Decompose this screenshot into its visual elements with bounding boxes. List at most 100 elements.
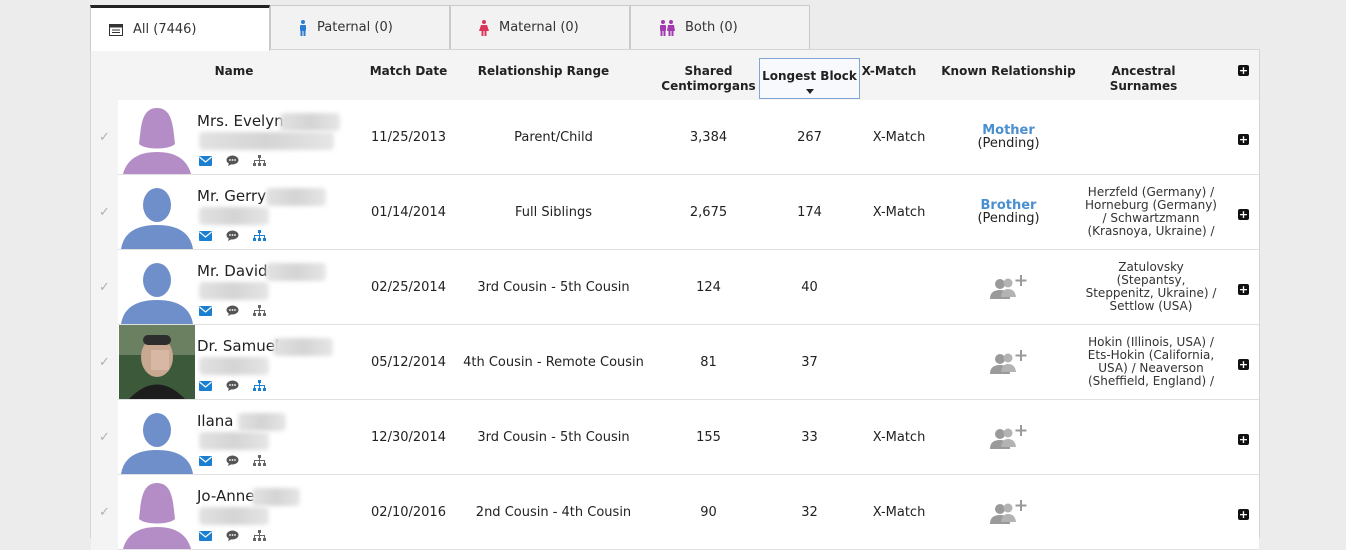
check-icon[interactable]: ✓ [91, 175, 118, 250]
email-icon[interactable] [199, 530, 212, 541]
tab-paternal[interactable]: Paternal (0) [270, 5, 450, 49]
add-relationship-icon[interactable] [941, 250, 1076, 324]
email-icon[interactable] [199, 230, 212, 241]
relationship-range: 4th Cousin - Remote Cousin [463, 354, 644, 370]
longest-block: 33 [801, 429, 818, 445]
tab-both-label: Both (0) [685, 20, 738, 35]
avatar[interactable] [119, 325, 195, 399]
col-name[interactable]: Name [119, 50, 349, 100]
avatar[interactable] [119, 100, 195, 174]
redacted-subname [199, 357, 269, 375]
col-x-match[interactable]: X-Match [859, 50, 919, 100]
couple-icon [659, 19, 675, 36]
check-icon[interactable]: ✓ [91, 100, 118, 175]
sort-desc-icon [805, 89, 814, 94]
email-icon[interactable] [199, 380, 212, 391]
match-name[interactable]: Mr. David [197, 262, 268, 280]
check-icon[interactable]: ✓ [91, 475, 118, 550]
redacted-surname [238, 413, 286, 431]
expand-row-icon[interactable]: + [1238, 284, 1249, 295]
match-name[interactable]: Ilana [197, 412, 233, 430]
x-match: X-Match [872, 129, 926, 145]
match-name[interactable]: Mr. Gerry [197, 187, 266, 205]
add-relationship-icon[interactable] [941, 400, 1076, 474]
x-match: X-Match [872, 429, 926, 445]
family-tree-icon[interactable] [253, 305, 266, 316]
family-tree-icon[interactable] [253, 530, 266, 541]
expand-row-icon[interactable]: + [1238, 434, 1249, 445]
match-date: 05/12/2014 [371, 354, 446, 370]
family-tree-icon[interactable] [253, 230, 266, 241]
expand-row-icon[interactable]: + [1238, 134, 1249, 145]
expand-row-icon[interactable]: + [1238, 509, 1249, 520]
col-match-date[interactable]: Match Date [361, 50, 456, 100]
ancestral-surnames: Herzfeld (Germany) / Horneburg (Germany)… [1085, 185, 1217, 238]
match-name[interactable]: Dr. Samuel [197, 337, 279, 355]
list-icon [109, 23, 123, 36]
expand-row-icon[interactable]: + [1238, 359, 1249, 370]
avatar[interactable] [119, 400, 195, 474]
match-name[interactable]: Mrs. Evelyn [197, 112, 284, 130]
tab-all[interactable]: All (7446) [90, 5, 270, 51]
chat-icon[interactable] [226, 230, 239, 241]
tab-maternal[interactable]: Maternal (0) [450, 5, 630, 49]
col-relationship-range[interactable]: Relationship Range [456, 50, 631, 100]
check-icon[interactable]: ✓ [91, 325, 118, 400]
col-shared-cm[interactable]: Shared Centimorgans [656, 50, 761, 100]
email-icon[interactable] [199, 305, 212, 316]
email-icon[interactable] [199, 155, 212, 166]
family-tree-icon[interactable] [253, 380, 266, 391]
relationship-range: Parent/Child [514, 129, 593, 145]
shared-cm: 3,384 [689, 129, 728, 145]
ancestral-surnames [1081, 100, 1221, 174]
match-date: 12/30/2014 [371, 429, 446, 445]
redacted-surname [266, 263, 326, 281]
female-icon [479, 19, 489, 36]
family-tree-icon[interactable] [253, 155, 266, 166]
match-name[interactable]: Jo-Anne [197, 487, 254, 505]
check-icon[interactable]: ✓ [91, 400, 118, 475]
known-relationship-status: (Pending) [977, 211, 1040, 226]
redacted-subname [199, 432, 269, 450]
avatar[interactable] [119, 175, 195, 249]
x-match: X-Match [872, 204, 926, 220]
col-longest-block[interactable]: Longest Block [759, 58, 860, 99]
add-relationship-icon[interactable] [941, 325, 1076, 399]
expand-row-icon[interactable]: + [1238, 209, 1249, 220]
match-date: 01/14/2014 [371, 204, 446, 220]
redacted-surname [273, 338, 333, 356]
expand-all-icon[interactable]: + [1238, 65, 1249, 76]
shared-cm: 81 [700, 354, 717, 370]
x-match [859, 250, 939, 324]
relationship-range: 3rd Cousin - 5th Cousin [477, 429, 630, 445]
longest-block: 174 [797, 204, 822, 220]
known-relationship-status: (Pending) [977, 136, 1040, 151]
x-match [859, 325, 939, 399]
match-row: ✓ Mrs. Evelyn 11/25/2013 Parent/Child 3,384 2… [91, 100, 1259, 175]
filter-tabs: All (7446) Paternal (0) Maternal (0) Bot… [90, 5, 810, 51]
shared-cm: 124 [696, 279, 721, 295]
avatar[interactable] [119, 250, 195, 324]
match-row: ✓ Jo-Anne 02/10/2016 2nd Cousin - 4th Cousi… [91, 475, 1259, 550]
check-icon[interactable]: ✓ [91, 250, 118, 325]
relationship-range: 3rd Cousin - 5th Cousin [477, 279, 630, 295]
col-known-relationship[interactable]: Known Relationship [941, 50, 1076, 100]
male-icon [299, 19, 307, 36]
known-relationship[interactable]: Brother (Pending) [941, 175, 1076, 249]
chat-icon[interactable] [226, 530, 239, 541]
chat-icon[interactable] [226, 380, 239, 391]
ancestral-surnames: Zatulovsky (Stepantsy, Steppenitz, Ukrai… [1085, 260, 1217, 313]
tab-both[interactable]: Both (0) [630, 5, 810, 49]
redacted-subname [199, 282, 269, 300]
col-ancestral-surnames[interactable]: Ancestral Surnames [1076, 50, 1211, 100]
longest-block: 267 [797, 129, 822, 145]
ancestral-surnames [1081, 400, 1221, 474]
match-row: ✓ Dr. Samuel 05/12/2014 4th Cousin - Remote… [91, 325, 1259, 400]
known-relationship[interactable]: Mother (Pending) [941, 100, 1076, 174]
longest-block: 37 [801, 354, 818, 370]
chat-icon[interactable] [226, 155, 239, 166]
chat-icon[interactable] [226, 455, 239, 466]
chat-icon[interactable] [226, 305, 239, 316]
family-tree-icon[interactable] [253, 455, 266, 466]
email-icon[interactable] [199, 455, 212, 466]
